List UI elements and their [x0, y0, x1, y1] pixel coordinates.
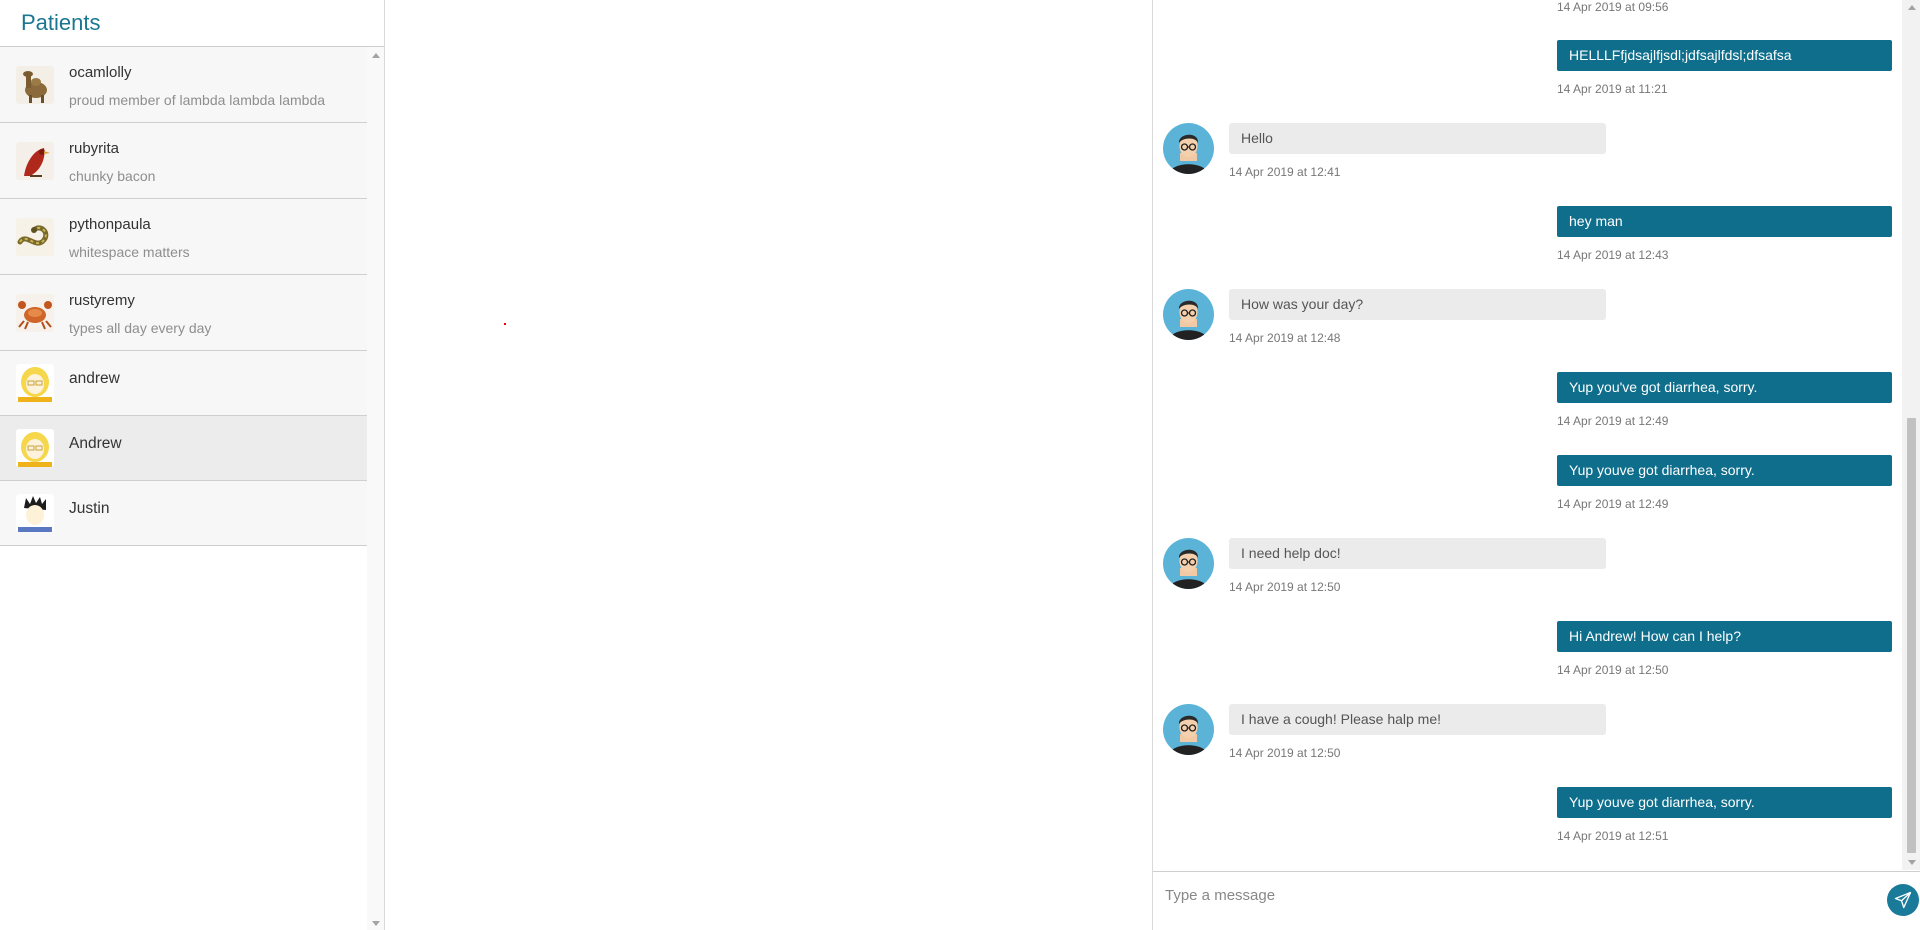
scroll-down-icon[interactable] — [1908, 860, 1916, 865]
patient-name: Justin — [69, 500, 110, 517]
patient-name: rubyrita — [69, 140, 120, 157]
patient-name: pythonpaula — [69, 216, 151, 233]
camel-icon — [16, 66, 54, 104]
outgoing-message: Yup youve got diarrhea, sorry. — [1557, 455, 1892, 486]
message-timestamp: 14 Apr 2019 at 12:50 — [1557, 663, 1669, 677]
patient-status: chunky bacon — [69, 168, 156, 184]
chat-scrollbar[interactable] — [1902, 0, 1920, 870]
sidebar-scrollbar[interactable] — [367, 47, 384, 930]
outgoing-message: Yup you've got diarrhea, sorry. — [1557, 372, 1892, 403]
message-timestamp: 14 Apr 2019 at 12:41 — [1229, 165, 1341, 179]
patient-name: Andrew — [69, 435, 122, 452]
message-list: 14 Apr 2019 at 09:56 HELLLFfjdsajlfjsdl;… — [1153, 0, 1902, 870]
outgoing-message: Hi Andrew! How can I help? — [1557, 621, 1892, 652]
patients-sidebar: Patients ocamlolly proud member of lambd… — [0, 0, 385, 930]
patient-item-rubyrita[interactable]: rubyrita chunky bacon — [0, 123, 367, 199]
incoming-message: I need help doc! — [1229, 538, 1606, 569]
doctor-avatar-icon — [1163, 538, 1214, 589]
message-timestamp: 14 Apr 2019 at 12:50 — [1229, 580, 1341, 594]
patient-item-andrew-selected[interactable]: Andrew — [0, 416, 367, 481]
patient-name: rustyremy — [69, 292, 135, 309]
patient-item-justin[interactable]: Justin — [0, 481, 367, 546]
red-dot-artifact — [504, 323, 506, 325]
patient-status: types all day every day — [69, 320, 212, 336]
scroll-up-icon[interactable] — [372, 53, 380, 58]
message-timestamp: 14 Apr 2019 at 12:43 — [1557, 248, 1669, 262]
incoming-message: Hello — [1229, 123, 1606, 154]
message-timestamp: 14 Apr 2019 at 12:49 — [1557, 414, 1669, 428]
patient-name: andrew — [69, 370, 120, 387]
message-composer — [1153, 871, 1920, 920]
sidebar-title: Patients — [21, 10, 101, 35]
patient-item-ocamlolly[interactable]: ocamlolly proud member of lambda lambda … — [0, 47, 367, 123]
message-timestamp: 14 Apr 2019 at 11:21 — [1557, 82, 1668, 96]
incoming-message: How was your day? — [1229, 289, 1606, 320]
patient-name: ocamlolly — [69, 64, 132, 81]
chat-panel: 14 Apr 2019 at 09:56 HELLLFfjdsajlfjsdl;… — [1152, 0, 1920, 930]
message-timestamp: 14 Apr 2019 at 12:48 — [1229, 331, 1341, 345]
paper-plane-icon — [1894, 891, 1912, 909]
patient-item-rustyremy[interactable]: rustyremy types all day every day — [0, 275, 367, 351]
patient-status: whitespace matters — [69, 244, 190, 260]
message-timestamp: 14 Apr 2019 at 12:49 — [1557, 497, 1669, 511]
message-input[interactable] — [1163, 880, 1863, 910]
crab-icon — [16, 294, 54, 332]
blonde-user-icon — [16, 429, 54, 467]
doctor-avatar-icon — [1163, 704, 1214, 755]
outgoing-message: HELLLFfjdsajlfjsdl;jdfsajlfdsl;dfsafsa — [1557, 40, 1892, 71]
patient-item-pythonpaula[interactable]: pythonpaula whitespace matters — [0, 199, 367, 275]
snake-icon — [16, 218, 54, 256]
send-button[interactable] — [1887, 884, 1919, 916]
doctor-avatar-icon — [1163, 289, 1214, 340]
dark-hair-user-icon — [16, 494, 54, 532]
patient-item-andrew[interactable]: andrew — [0, 351, 367, 416]
outgoing-message: hey man — [1557, 206, 1892, 237]
message-timestamp: 14 Apr 2019 at 12:50 — [1229, 746, 1341, 760]
sidebar-header: Patients — [0, 0, 384, 47]
patient-list: ocamlolly proud member of lambda lambda … — [0, 47, 367, 930]
scroll-up-icon[interactable] — [1908, 5, 1916, 10]
message-timestamp: 14 Apr 2019 at 09:56 — [1557, 0, 1669, 14]
scrollbar-thumb[interactable] — [1907, 418, 1916, 853]
doctor-avatar-icon — [1163, 123, 1214, 174]
patient-status: proud member of lambda lambda lambda — [69, 92, 326, 108]
message-timestamp: 14 Apr 2019 at 12:51 — [1557, 829, 1669, 843]
scroll-down-icon[interactable] — [372, 921, 380, 926]
blonde-user-icon — [16, 364, 54, 402]
outgoing-message: Yup youve got diarrhea, sorry. — [1557, 787, 1892, 818]
incoming-message: I have a cough! Please halp me! — [1229, 704, 1606, 735]
bird-icon — [16, 142, 54, 180]
